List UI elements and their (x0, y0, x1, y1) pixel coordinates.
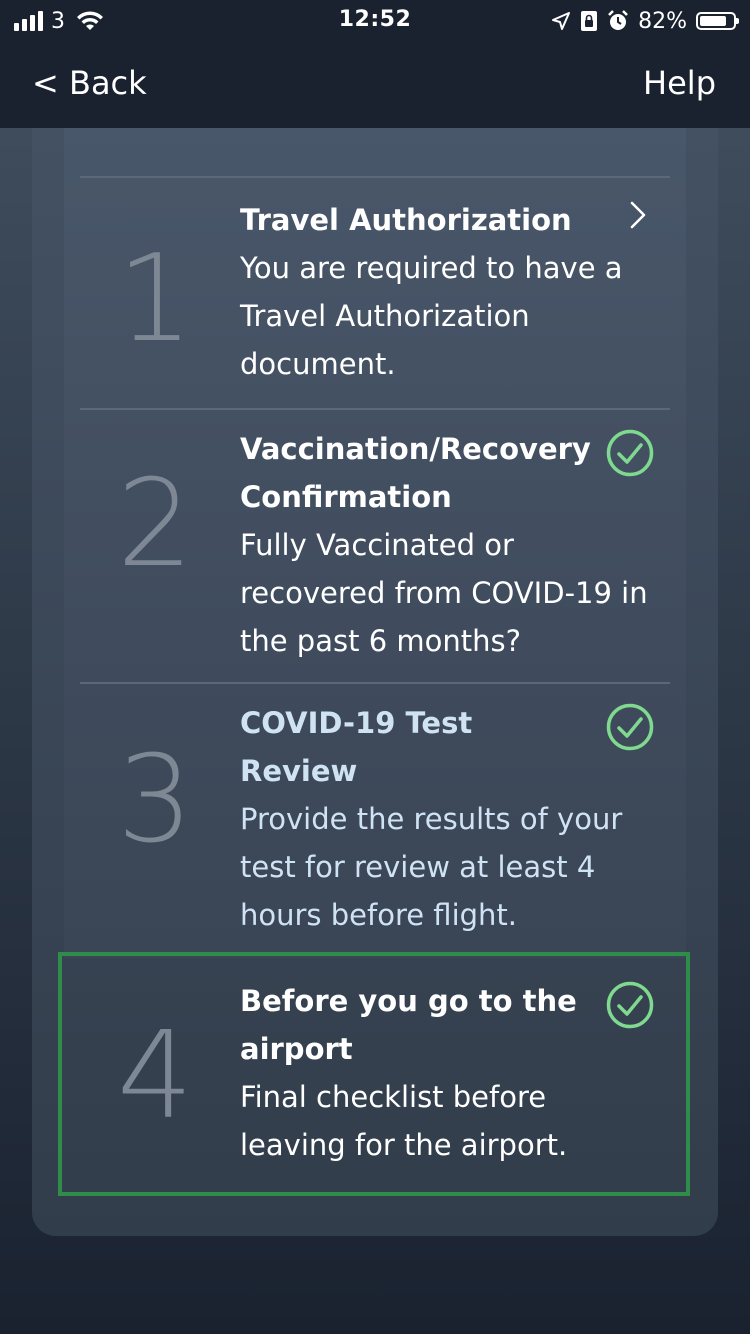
step-description-line: Final checklist before (240, 1080, 547, 1114)
step-title-line: Before you go to the (240, 984, 577, 1018)
status-bar: 3 12:52 82% (0, 0, 750, 42)
step-item-covid-test[interactable]: 3 COVID-19 Test Review Provide the resul… (0, 699, 750, 949)
step-description-line: Provide the results of your (240, 802, 623, 836)
step-title-line: COVID-19 Test (240, 706, 473, 740)
step-title: Before you go to the airport (240, 977, 660, 1073)
nav-bar: < Back Help (0, 42, 750, 128)
location-arrow-icon (552, 12, 571, 30)
step-number: 4 (116, 1007, 194, 1146)
step-description: Provide the results of your test for rev… (240, 795, 660, 939)
step-title: Vaccination/Recovery Confirmation (240, 425, 660, 521)
chevron-right-icon[interactable] (624, 200, 650, 230)
step-description: Fully Vaccinated or recovered from COVID… (240, 521, 660, 665)
step-item-vaccination[interactable]: 2 Vaccination/Recovery Confirmation Full… (0, 425, 750, 681)
divider (80, 176, 670, 178)
step-title: COVID-19 Test Review (240, 699, 660, 795)
divider (80, 682, 670, 684)
status-right: 82% (551, 8, 739, 34)
step-description: Final checklist before leaving for the a… (240, 1073, 660, 1169)
step-description-line: document. (240, 347, 396, 381)
step-item-before-airport[interactable]: 4 Before you go to the airport Final che… (0, 977, 750, 1177)
check-circle-icon (606, 703, 654, 751)
step-description-line: recovered from COVID-19 in (240, 576, 648, 610)
step-title-line: Confirmation (240, 480, 452, 514)
step-text: Travel Authorization You are required to… (240, 196, 660, 388)
step-title-line: airport (240, 1032, 353, 1066)
step-number: 3 (116, 731, 194, 870)
alarm-icon (608, 10, 628, 30)
step-number: 2 (116, 455, 194, 594)
check-circle-icon (606, 429, 654, 477)
step-description-line: the past 6 months? (240, 624, 521, 658)
step-description-line: hours before flight. (240, 898, 518, 932)
help-button[interactable]: Help (643, 64, 716, 102)
step-description: You are required to have a Travel Author… (240, 244, 660, 388)
step-title: Travel Authorization (240, 203, 572, 237)
step-description-line: Fully Vaccinated or (240, 528, 514, 562)
battery-percent: 82% (638, 8, 687, 34)
battery-fill (700, 16, 726, 26)
step-number: 1 (116, 230, 194, 369)
step-title-line: Vaccination/Recovery (240, 432, 591, 466)
step-description-line: You are required to have a (240, 251, 623, 285)
step-title-line: Review (240, 754, 358, 788)
step-text: Vaccination/Recovery Confirmation Fully … (240, 425, 660, 665)
back-button[interactable]: < Back (32, 64, 147, 102)
step-item-travel-authorization[interactable]: 1 Travel Authorization You are required … (0, 196, 750, 406)
step-text: COVID-19 Test Review Provide the results… (240, 699, 660, 939)
orientation-lock-icon (581, 11, 598, 31)
step-description-line: leaving for the airport. (240, 1128, 568, 1162)
divider (80, 408, 670, 410)
step-text: Before you go to the airport Final check… (240, 977, 660, 1169)
check-circle-icon (606, 981, 654, 1029)
step-description-line: Travel Authorization (240, 299, 530, 333)
step-description-line: test for review at least 4 (240, 850, 596, 884)
battery-icon (696, 12, 739, 30)
